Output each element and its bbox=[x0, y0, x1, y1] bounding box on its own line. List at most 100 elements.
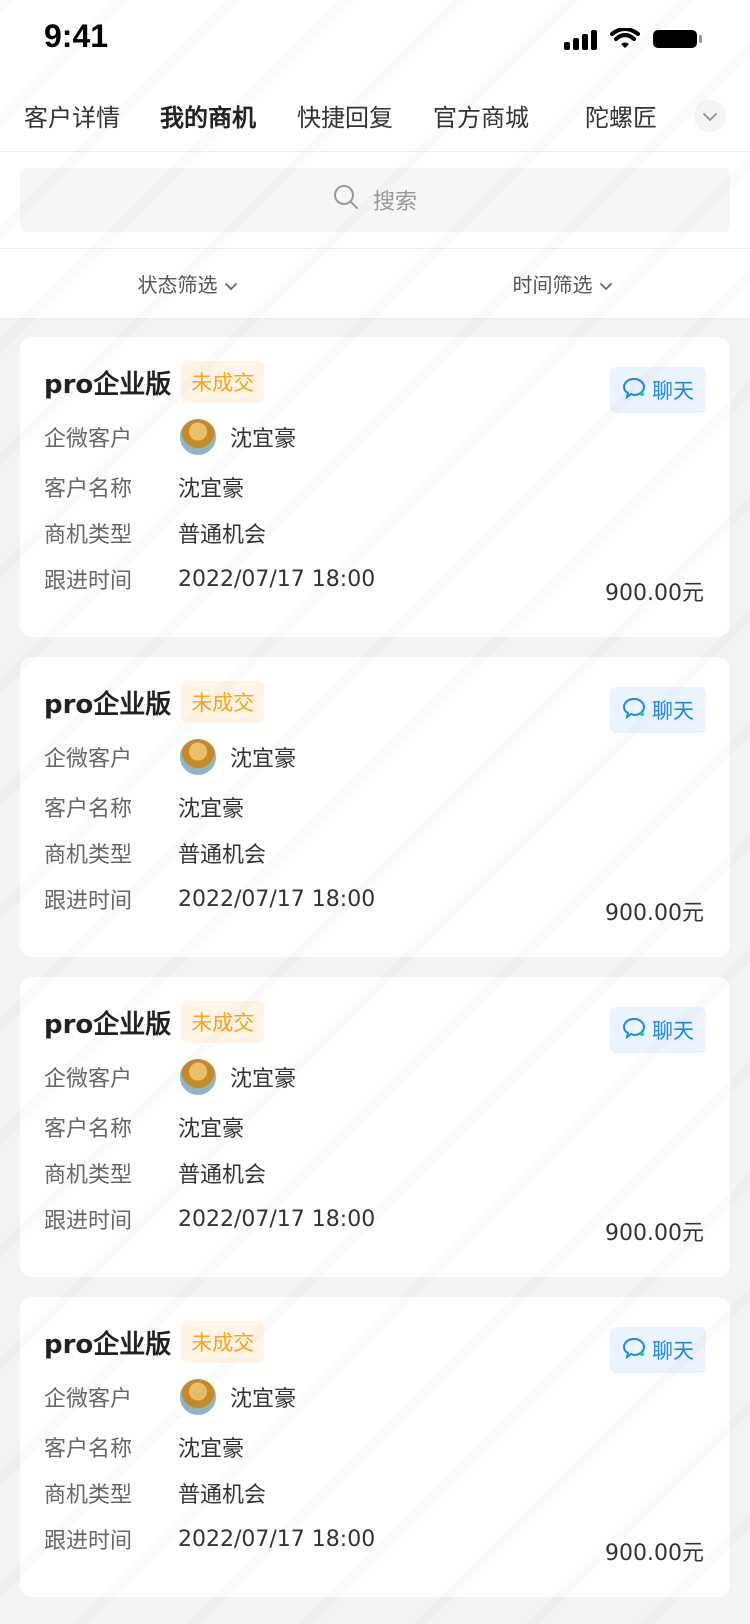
follow-time-label: 跟进时间 bbox=[44, 1529, 133, 1554]
time-filter[interactable]: 时间筛选 bbox=[375, 249, 750, 318]
qiwei-customer-label: 企微客户 bbox=[44, 1067, 133, 1092]
opportunity-card[interactable]: pro企业版 未成交 聊天 企微客户 沈宜豪 客户名称 沈宜豪 商机类型 普通机… bbox=[20, 977, 730, 1277]
qiwei-customer-name: 沈宜豪 bbox=[230, 747, 297, 772]
customer-name-value: 沈宜豪 bbox=[178, 1117, 245, 1142]
avatar bbox=[178, 1057, 218, 1097]
status-time: 9:41 bbox=[44, 18, 109, 54]
avatar bbox=[178, 417, 218, 457]
customer-name-label: 客户名称 bbox=[44, 477, 133, 502]
tab-tuoluojiang[interactable]: 陀螺匠 bbox=[585, 98, 657, 133]
qiwei-customer-value: 沈宜豪 bbox=[178, 737, 296, 777]
opportunity-type-value: 普通机会 bbox=[178, 843, 267, 868]
qiwei-customer-name: 沈宜豪 bbox=[230, 1387, 297, 1412]
filter-bar: 状态筛选 时间筛选 bbox=[0, 249, 750, 319]
customer-name-row: 客户名称 沈宜豪 bbox=[44, 1111, 706, 1143]
tabs-more-button[interactable] bbox=[694, 100, 726, 132]
qiwei-customer-value: 沈宜豪 bbox=[178, 1057, 296, 1097]
amount: 900.00元 bbox=[605, 581, 704, 606]
chat-button-label: 聊天 bbox=[652, 379, 694, 403]
chevron-down-icon bbox=[702, 107, 718, 126]
opportunity-type-value: 普通机会 bbox=[178, 1483, 267, 1508]
opportunity-type-row: 商机类型 普通机会 bbox=[44, 517, 706, 549]
follow-time-label: 跟进时间 bbox=[44, 569, 133, 594]
follow-time-value: 2022/07/17 18:00 bbox=[178, 886, 376, 912]
follow-time-value: 2022/07/17 18:00 bbox=[178, 1526, 376, 1552]
chat-icon bbox=[622, 377, 646, 404]
opportunity-card[interactable]: pro企业版 未成交 聊天 企微客户 沈宜豪 客户名称 沈宜豪 商机类型 普通机… bbox=[20, 337, 730, 637]
battery-icon bbox=[652, 28, 704, 54]
tab-my-opportunities[interactable]: 我的商机 bbox=[160, 98, 256, 133]
avatar bbox=[178, 1377, 218, 1417]
status-filter-label: 状态筛选 bbox=[137, 273, 218, 297]
tab-quick-reply[interactable]: 快捷回复 bbox=[297, 98, 393, 133]
qiwei-customer-label: 企微客户 bbox=[44, 1387, 133, 1412]
chevron-down-icon bbox=[224, 272, 238, 296]
chat-button-label: 聊天 bbox=[652, 1019, 694, 1043]
opportunity-type-label: 商机类型 bbox=[44, 1483, 133, 1508]
customer-name-label: 客户名称 bbox=[44, 1437, 133, 1462]
customer-name-row: 客户名称 沈宜豪 bbox=[44, 471, 706, 503]
chat-icon bbox=[622, 1017, 646, 1044]
chat-button-label: 聊天 bbox=[652, 699, 694, 723]
status-badge: 未成交 bbox=[181, 1001, 265, 1043]
opportunity-type-value: 普通机会 bbox=[178, 523, 267, 548]
signal-icon bbox=[564, 28, 598, 54]
opportunity-type-label: 商机类型 bbox=[44, 523, 133, 548]
search-section: 搜索 bbox=[0, 152, 750, 249]
opportunity-card[interactable]: pro企业版 未成交 聊天 企微客户 沈宜豪 客户名称 沈宜豪 商机类型 普通机… bbox=[20, 1297, 730, 1597]
follow-time-label: 跟进时间 bbox=[44, 889, 133, 914]
card-title-row: pro企业版 未成交 bbox=[44, 681, 706, 723]
qiwei-customer-name: 沈宜豪 bbox=[230, 1067, 297, 1092]
customer-name-value: 沈宜豪 bbox=[178, 797, 245, 822]
search-icon bbox=[333, 184, 359, 216]
card-title: pro企业版 bbox=[44, 689, 172, 720]
qiwei-customer-label: 企微客户 bbox=[44, 427, 133, 452]
qiwei-customer-label: 企微客户 bbox=[44, 747, 133, 772]
status-filter[interactable]: 状态筛选 bbox=[0, 249, 375, 318]
qiwei-customer-row: 企微客户 沈宜豪 bbox=[44, 737, 706, 777]
opportunity-type-label: 商机类型 bbox=[44, 1163, 133, 1188]
qiwei-customer-row: 企微客户 沈宜豪 bbox=[44, 1377, 706, 1417]
tab-official-mall[interactable]: 官方商城 bbox=[433, 98, 529, 133]
chat-button-label: 聊天 bbox=[652, 1339, 694, 1363]
customer-name-label: 客户名称 bbox=[44, 797, 133, 822]
qiwei-customer-value: 沈宜豪 bbox=[178, 1377, 296, 1417]
chat-icon bbox=[622, 1337, 646, 1364]
opportunity-type-value: 普通机会 bbox=[178, 1163, 267, 1188]
chat-icon bbox=[622, 697, 646, 724]
follow-time-value: 2022/07/17 18:00 bbox=[178, 1206, 376, 1232]
chat-button[interactable]: 聊天 bbox=[610, 1007, 706, 1053]
opportunity-type-row: 商机类型 普通机会 bbox=[44, 1157, 706, 1189]
search-input[interactable]: 搜索 bbox=[20, 168, 730, 232]
customer-name-row: 客户名称 沈宜豪 bbox=[44, 1431, 706, 1463]
customer-name-value: 沈宜豪 bbox=[178, 477, 245, 502]
wifi-icon bbox=[610, 27, 640, 54]
status-badge: 未成交 bbox=[181, 361, 265, 403]
follow-time-value: 2022/07/17 18:00 bbox=[178, 566, 376, 592]
amount: 900.00元 bbox=[605, 1541, 704, 1566]
amount: 900.00元 bbox=[605, 1221, 704, 1246]
card-title: pro企业版 bbox=[44, 1329, 172, 1360]
time-filter-label: 时间筛选 bbox=[512, 273, 593, 297]
chat-button[interactable]: 聊天 bbox=[610, 687, 706, 733]
qiwei-customer-row: 企微客户 沈宜豪 bbox=[44, 1057, 706, 1097]
card-title-row: pro企业版 未成交 bbox=[44, 1321, 706, 1363]
chat-button[interactable]: 聊天 bbox=[610, 1327, 706, 1373]
card-title-row: pro企业版 未成交 bbox=[44, 1001, 706, 1043]
status-badge: 未成交 bbox=[181, 1321, 265, 1363]
amount: 900.00元 bbox=[605, 901, 704, 926]
chat-button[interactable]: 聊天 bbox=[610, 367, 706, 413]
card-title: pro企业版 bbox=[44, 369, 172, 400]
top-area: 9:41 客户详情 我的商机 快捷回复 官方商城 陀螺匠 搜索 状态筛选 时间筛… bbox=[0, 0, 750, 319]
chevron-down-icon bbox=[599, 272, 613, 296]
qiwei-customer-name: 沈宜豪 bbox=[230, 427, 297, 452]
qiwei-customer-row: 企微客户 沈宜豪 bbox=[44, 417, 706, 457]
qiwei-customer-value: 沈宜豪 bbox=[178, 417, 296, 457]
status-icons bbox=[564, 27, 704, 54]
opportunity-card[interactable]: pro企业版 未成交 聊天 企微客户 沈宜豪 客户名称 沈宜豪 商机类型 普通机… bbox=[20, 657, 730, 957]
tab-bar: 客户详情 我的商机 快捷回复 官方商城 陀螺匠 bbox=[0, 82, 750, 152]
customer-name-label: 客户名称 bbox=[44, 1117, 133, 1142]
opportunity-list: pro企业版 未成交 聊天 企微客户 沈宜豪 客户名称 沈宜豪 商机类型 普通机… bbox=[0, 319, 750, 1597]
tab-customer-details[interactable]: 客户详情 bbox=[24, 98, 120, 133]
opportunity-type-row: 商机类型 普通机会 bbox=[44, 1477, 706, 1509]
